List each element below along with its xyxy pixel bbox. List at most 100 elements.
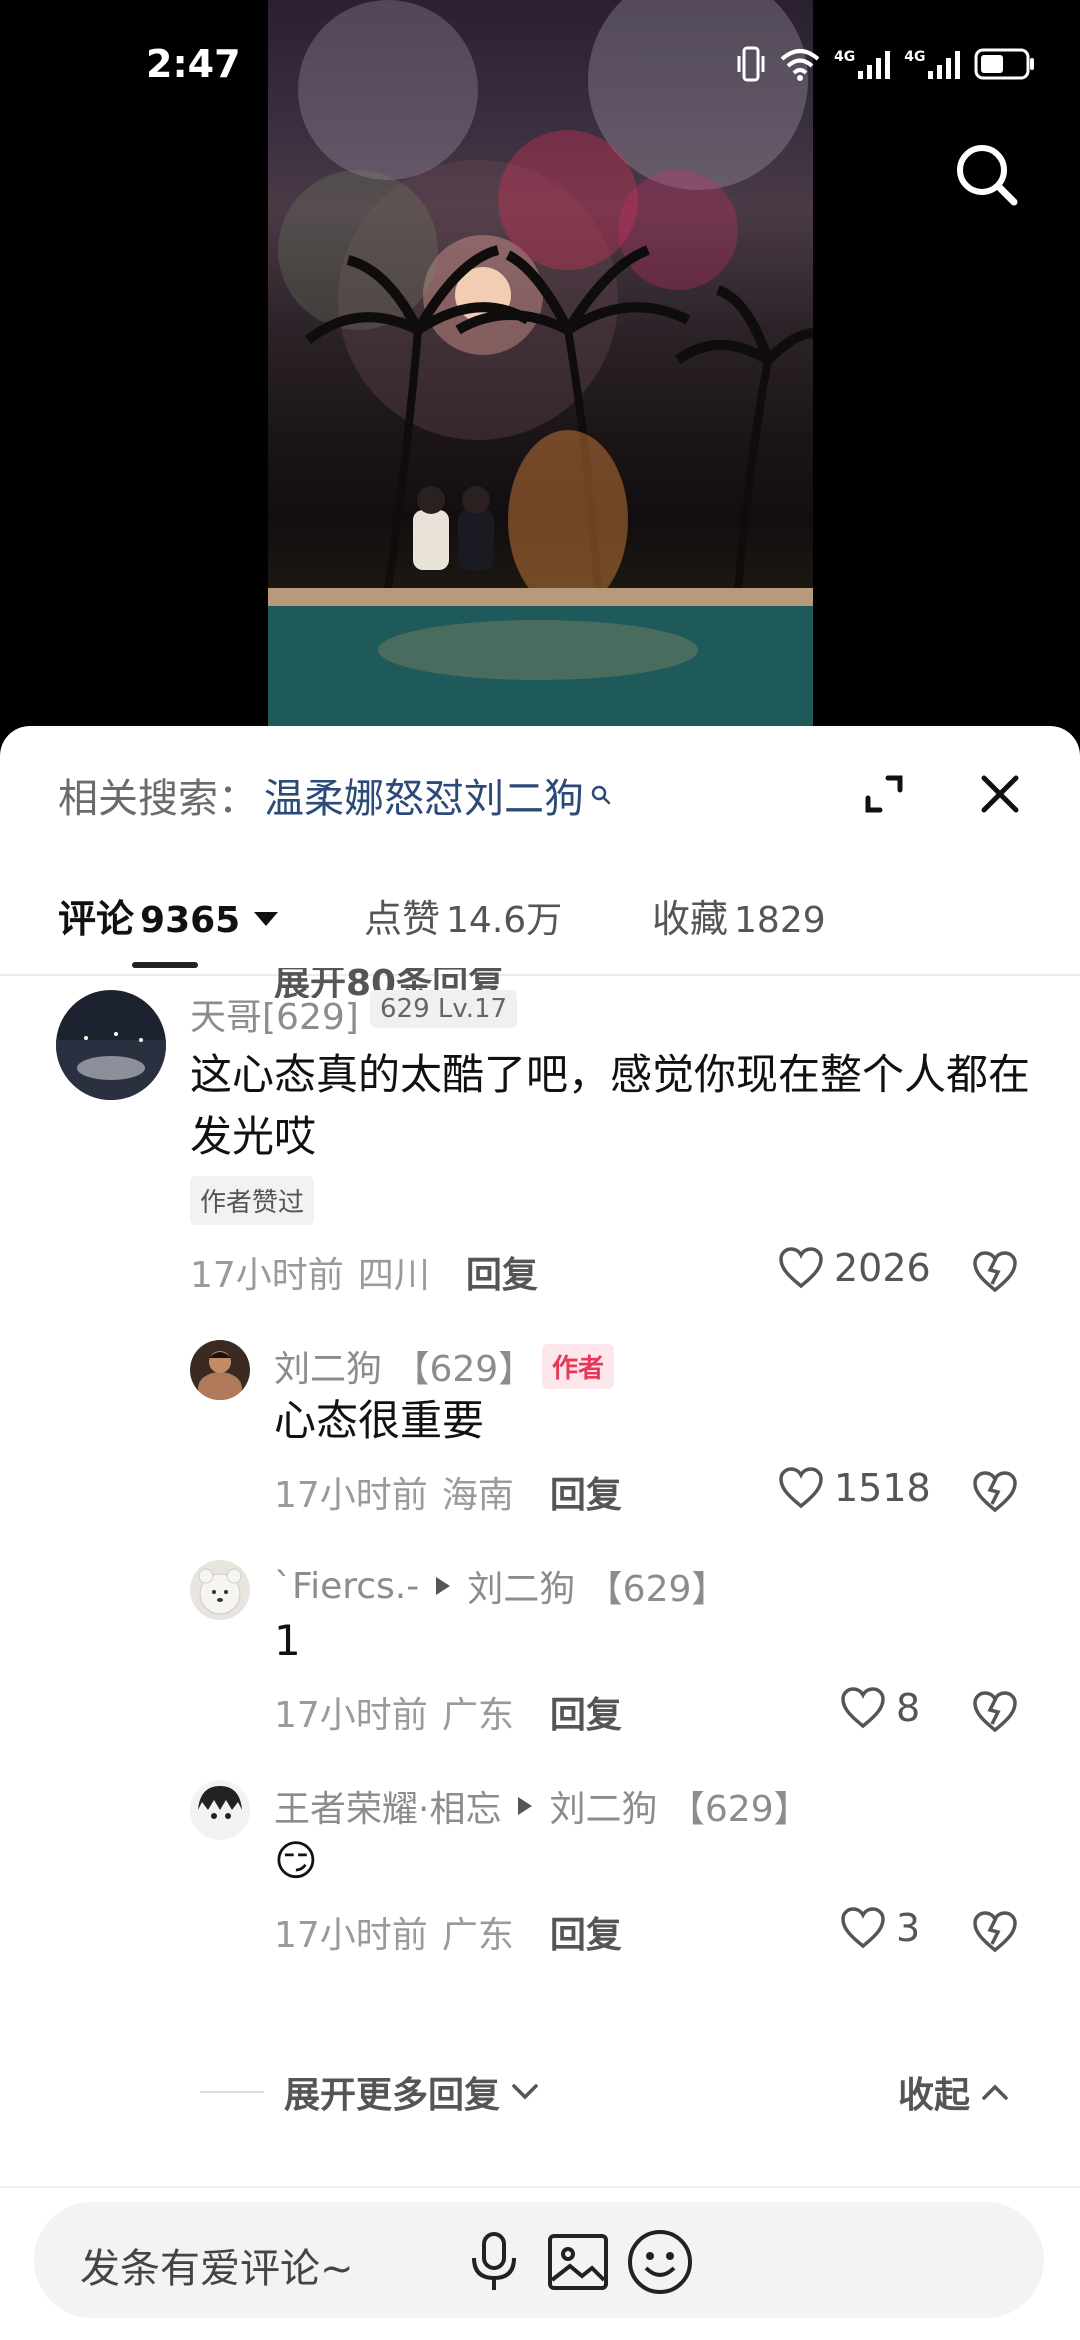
reply-arrow-icon (436, 1577, 451, 1595)
status-icons: 4G 4G (736, 44, 1036, 84)
avatar-image (190, 1560, 250, 1620)
like-count: 3 (896, 1906, 921, 1950)
avatar[interactable] (56, 990, 166, 1100)
comment-meta: 17小时前 四川 回复 (190, 1246, 538, 1298)
reply-button[interactable]: 回复 (466, 1246, 538, 1298)
reply-time: 17小时前 (274, 1695, 428, 1736)
reply-to-username[interactable]: 刘二狗 【629】 (467, 1560, 727, 1612)
reply-username-text[interactable]: `Fiercs.- (274, 1566, 419, 1607)
heart-icon (841, 1687, 885, 1729)
signal-bars-icon (928, 51, 961, 79)
reply-text[interactable]: 1 (274, 1610, 301, 1672)
heart-icon (779, 1467, 823, 1509)
avatar-image (190, 1340, 250, 1400)
image-icon[interactable] (546, 2230, 610, 2294)
reply-avatar[interactable] (190, 1560, 250, 1620)
search-icon[interactable] (950, 138, 1022, 210)
tab-favorites-count: 1829 (734, 900, 826, 941)
tab-comments-count: 9365 (140, 900, 241, 941)
close-icon[interactable] (978, 772, 1022, 816)
reply-button[interactable]: 回复 (550, 1686, 622, 1738)
comment-sheet: 相关搜索： 温柔娜怒怼刘二狗 评论 9365 点赞 14.6万 收藏 1829 (0, 726, 1080, 2340)
like-count: 2026 (834, 1246, 931, 1290)
reply-username: `Fiercs.- 刘二狗 【629】 (274, 1560, 727, 1612)
level-badge: 629 Lv.17 (370, 990, 518, 1028)
collapse-label: 收起 (898, 2075, 971, 2116)
reply-text[interactable]: 😏 (274, 1830, 318, 1892)
microphone-icon[interactable] (464, 2230, 524, 2294)
reply-meta: 17小时前 广东 回复 (274, 1906, 622, 1958)
reply-text[interactable]: 心态很重要 (274, 1390, 484, 1452)
reply-time: 17小时前 (274, 1475, 428, 1516)
reply-button[interactable]: 回复 (550, 1906, 622, 1958)
tab-favorites-label: 收藏 (652, 897, 729, 941)
comment-time: 17小时前 (190, 1255, 344, 1296)
comment-text[interactable]: 这心态真的太酷了吧，感觉你现在整个人都在发光哎 (190, 1044, 1030, 1168)
status-time: 2:47 (146, 42, 241, 86)
like-button[interactable]: 1518 (778, 1466, 931, 1510)
author-badge: 作者 (542, 1344, 615, 1389)
like-count: 1518 (834, 1466, 931, 1510)
reply-meta: 17小时前 广东 回复 (274, 1686, 622, 1738)
related-search-label: 相关搜索： (58, 776, 258, 822)
heart-icon (841, 1907, 885, 1949)
reply-avatar[interactable] (190, 1340, 250, 1400)
tab-comments-label: 评论 (58, 897, 135, 941)
reply-to-username[interactable]: 刘二狗 【629】 (549, 1780, 809, 1832)
reply-avatar[interactable] (190, 1780, 250, 1840)
tab-likes-count: 14.6万 (446, 900, 563, 941)
comment-location: 四川 (357, 1255, 430, 1296)
wifi-icon (780, 49, 820, 81)
reply-username-text[interactable]: 王者荣耀·相忘 (274, 1780, 501, 1832)
reply-location: 广东 (441, 1915, 514, 1956)
avatar-image (190, 1780, 250, 1840)
expand-more-label: 展开更多回复 (284, 2075, 501, 2116)
reply-location: 广东 (441, 1695, 514, 1736)
reply-time: 17小时前 (274, 1915, 428, 1956)
tab-likes-label: 点赞 (364, 897, 441, 941)
signal-2: 4G (904, 49, 961, 79)
video-player[interactable] (268, 0, 813, 740)
fullscreen-icon[interactable] (862, 772, 906, 816)
vibrate-icon (737, 46, 765, 82)
network-label-1: 4G (834, 49, 856, 65)
network-label-2: 4G (904, 49, 926, 65)
reply-username[interactable]: 刘二狗 【629】 (274, 1340, 534, 1392)
dislike-icon[interactable] (972, 1248, 1018, 1294)
reply-username: 王者荣耀·相忘 刘二狗 【629】 (274, 1780, 810, 1832)
related-search[interactable]: 相关搜索： 温柔娜怒怼刘二狗 (58, 766, 612, 824)
small-search-icon (591, 785, 611, 805)
related-search-query[interactable]: 温柔娜怒怼刘二狗 (264, 766, 584, 824)
comment-input[interactable]: 发条有爱评论~ (34, 2202, 1044, 2318)
battery-icon (974, 48, 1035, 80)
video-frame-image (268, 0, 813, 740)
like-button[interactable]: 8 (840, 1686, 920, 1730)
like-button[interactable]: 2026 (778, 1246, 931, 1290)
like-button[interactable]: 3 (840, 1906, 920, 1950)
comment-input-placeholder: 发条有爱评论~ (80, 2246, 354, 2292)
caret-down-icon[interactable] (254, 912, 279, 926)
dislike-icon[interactable] (972, 1688, 1018, 1734)
reply-location: 海南 (441, 1475, 514, 1516)
author-liked-badge: 作者赞过 (190, 1176, 315, 1225)
heart-icon (779, 1247, 823, 1289)
comment-username[interactable]: 天哥[629] (190, 988, 359, 1040)
avatar-image (56, 990, 166, 1100)
emoji-icon[interactable] (626, 2228, 694, 2296)
dislike-icon[interactable] (972, 1468, 1018, 1514)
signal-1: 4G (834, 49, 891, 79)
video-area[interactable]: 2:47 4G 4G (0, 0, 1080, 740)
reply-button[interactable]: 回复 (550, 1466, 622, 1518)
signal-bars-icon (858, 51, 891, 79)
chevron-down-icon (512, 2084, 538, 2100)
like-count: 8 (896, 1686, 921, 1730)
comment-input-bar: 发条有爱评论~ (0, 2186, 1080, 2340)
tab-bar: 评论 9365 点赞 14.6万 收藏 1829 (0, 866, 1080, 976)
chevron-up-icon (982, 2084, 1008, 2100)
dislike-icon[interactable] (972, 1908, 1018, 1954)
expand-replies-top[interactable]: 展开80条回复 (0, 968, 1080, 998)
expand-more-replies[interactable]: 展开更多回复 (200, 2066, 540, 2118)
collapse-replies[interactable]: 收起 (898, 2066, 1010, 2118)
divider-dash (200, 2091, 264, 2093)
reply-arrow-icon (518, 1797, 533, 1815)
